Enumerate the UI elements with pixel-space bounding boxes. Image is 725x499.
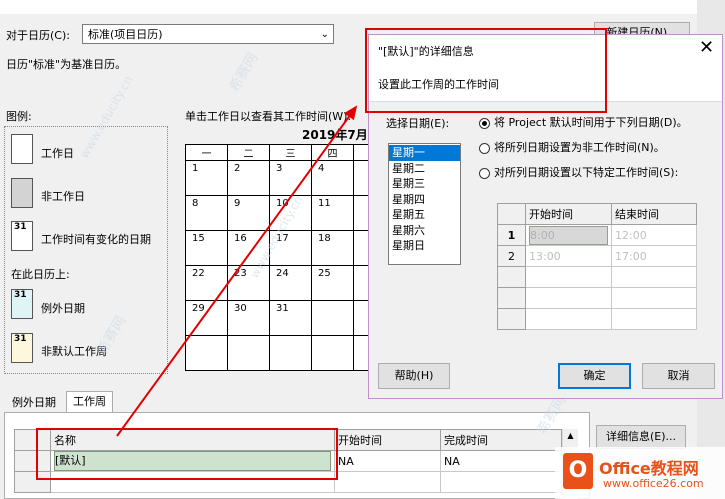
arrow-line (116, 105, 358, 437)
badge-title: Office教程网 (599, 459, 699, 478)
office-badge: O Office教程网 www.office26.com (555, 447, 725, 499)
annotation-arrow (116, 105, 358, 437)
office-logo-icon: O (563, 453, 593, 489)
badge-url: www.office26.com (603, 477, 704, 490)
